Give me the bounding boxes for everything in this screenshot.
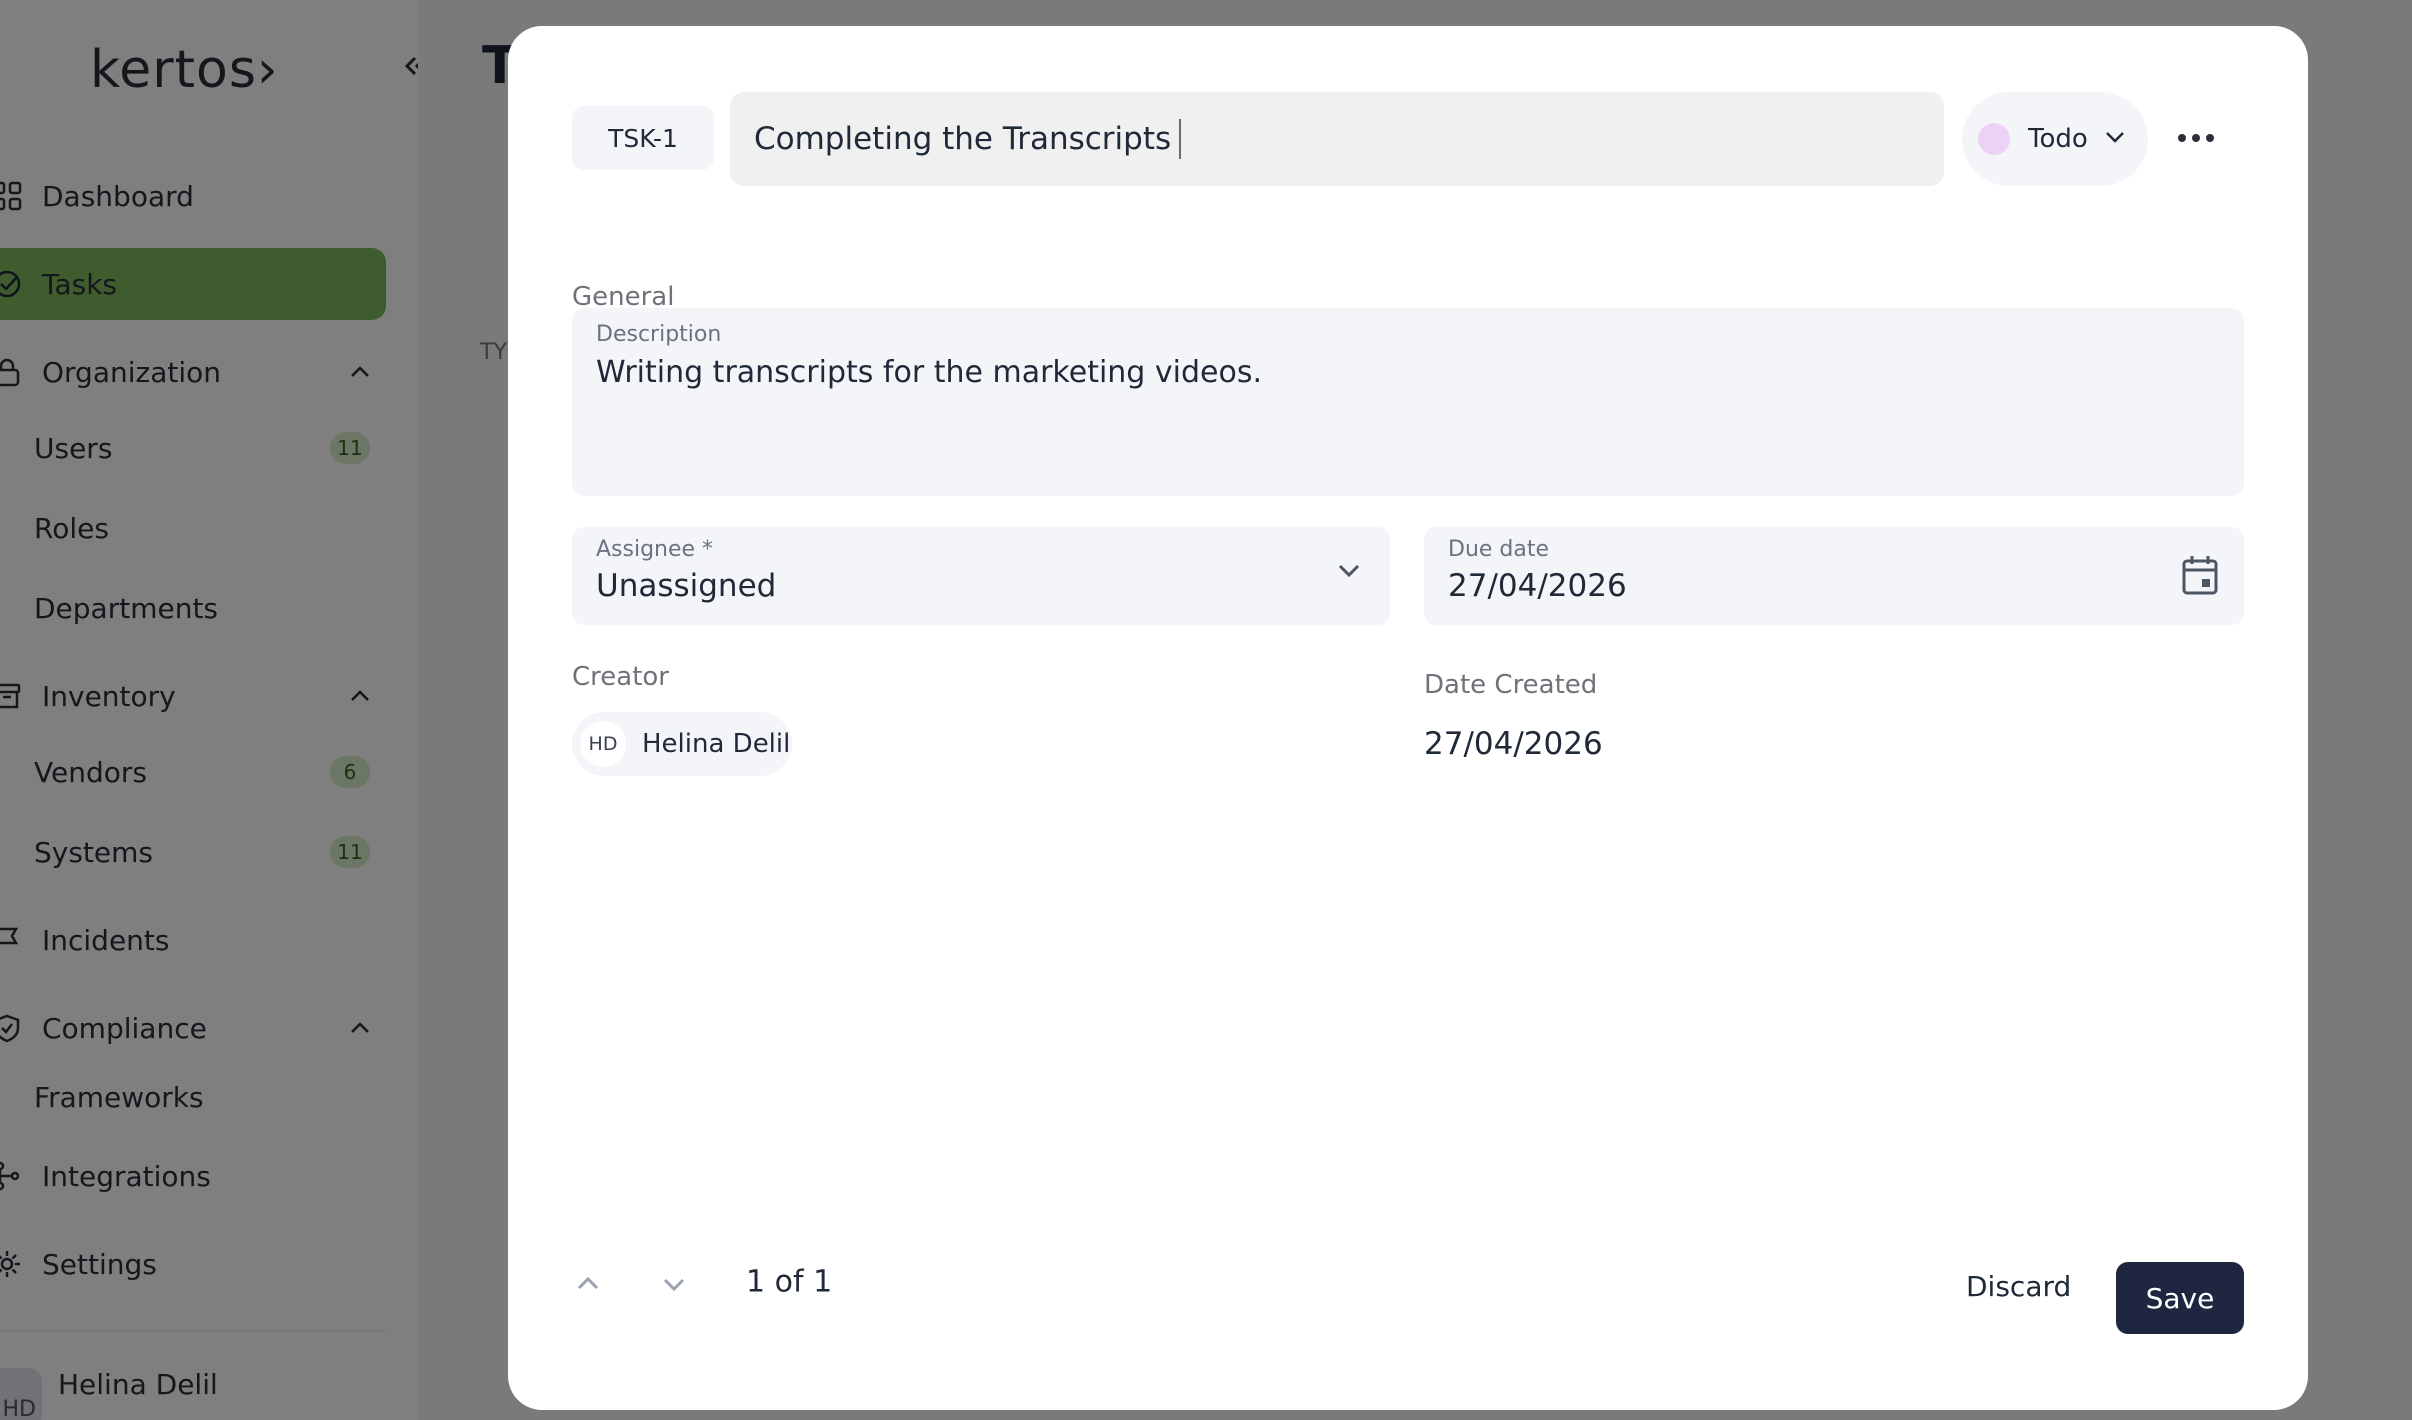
task-title-value: Completing the Transcripts [754, 121, 1172, 157]
more-horizontal-icon [2176, 129, 2216, 148]
assignee-value: Unassigned [596, 568, 777, 604]
status-dropdown[interactable]: Todo [1962, 92, 2148, 186]
previous-task-button[interactable] [558, 1262, 618, 1310]
due-date-label: Due date [1448, 537, 1550, 562]
task-id-badge: TSK-1 [572, 106, 714, 170]
task-detail-modal: TSK-1 Completing the Transcripts Todo Ge… [508, 26, 2308, 1410]
chevron-up-icon [573, 1269, 603, 1303]
task-title-input[interactable]: Completing the Transcripts [730, 92, 1944, 186]
assignee-label: Assignee * [596, 537, 714, 562]
assignee-select[interactable]: Assignee * Unassigned [572, 527, 1390, 625]
status-label: Todo [2028, 124, 2088, 154]
description-value: Writing transcripts for the marketing vi… [596, 355, 1262, 390]
creator-avatar: HD [580, 721, 626, 767]
chevron-down-icon [659, 1269, 689, 1303]
calendar-icon[interactable] [2180, 553, 2220, 601]
creator-name: Helina Delil [642, 729, 791, 759]
chevron-down-icon [2102, 124, 2128, 154]
more-options-button[interactable] [2168, 110, 2224, 166]
due-date-value: 27/04/2026 [1448, 568, 1627, 604]
creator-label: Creator [572, 662, 669, 692]
save-button[interactable]: Save [2116, 1262, 2244, 1334]
text-caret [1179, 119, 1182, 159]
description-field[interactable]: Description Writing transcripts for the … [572, 308, 2244, 496]
pagination-indicator: 1 of 1 [746, 1264, 833, 1300]
date-created-value: 27/04/2026 [1424, 726, 1603, 762]
creator-chip: HD Helina Delil [572, 712, 792, 776]
next-task-button[interactable] [644, 1262, 704, 1310]
discard-button[interactable]: Discard [1966, 1262, 2071, 1310]
date-created-label: Date Created [1424, 670, 1598, 700]
description-label: Description [596, 322, 722, 347]
chevron-down-icon [1332, 553, 1366, 591]
due-date-field[interactable]: Due date 27/04/2026 [1424, 527, 2244, 625]
status-dot [1978, 123, 2010, 155]
